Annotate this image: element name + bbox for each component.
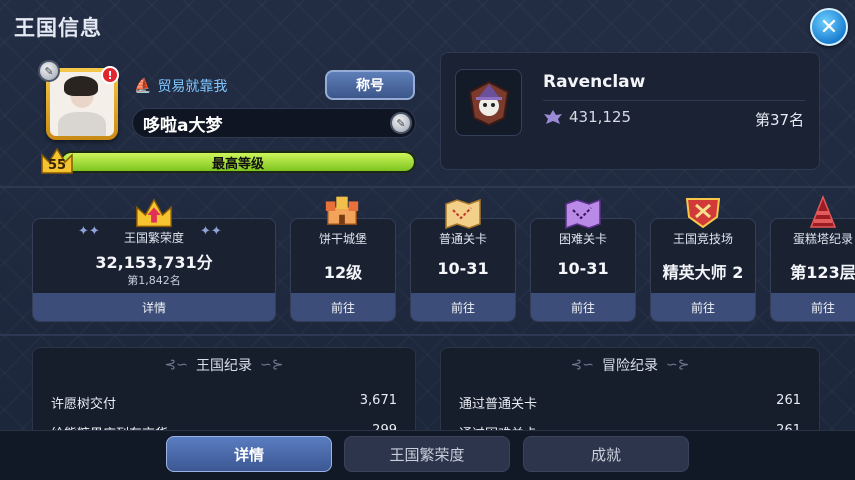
stat-card-cake-tower: 蛋糕塔纪录 第123层 前往	[770, 218, 855, 322]
close-icon: ✕	[819, 14, 839, 40]
sparkle-icon: ✦✦	[200, 224, 222, 239]
guild-power-icon	[544, 110, 562, 124]
stat-value: 第123层	[790, 263, 855, 282]
close-button[interactable]: ✕	[810, 8, 848, 46]
level-number: 55	[47, 158, 67, 173]
stat-card-prosperity: 王国繁荣度 32,153,731分 第1,842名 详情	[32, 218, 276, 322]
tab-details[interactable]: 详情	[166, 436, 332, 472]
pencil-icon: ✎	[396, 116, 406, 130]
swirl-right-icon: ∽⊱	[260, 357, 284, 373]
record-label: 许愿树交付	[51, 397, 117, 412]
title-button[interactable]: 称号	[325, 70, 415, 100]
level-status: 最高等级	[211, 156, 264, 172]
section-divider	[0, 186, 855, 188]
edit-name-button[interactable]: ✎	[390, 112, 412, 134]
edit-avatar-button[interactable]: ✎	[38, 60, 60, 82]
panel-title: 王国纪录	[196, 358, 252, 374]
level-badge: 55	[40, 145, 74, 175]
stat-label: 普通关卡	[438, 232, 487, 246]
guild-power-value: 431,125	[569, 108, 632, 126]
panel-title: 冒险纪录	[602, 358, 658, 374]
swirl-left-icon: ⊰∽	[570, 357, 594, 373]
stat-sub: 第1,842名	[127, 274, 181, 287]
stat-value: 10-31	[437, 259, 489, 278]
section-divider	[0, 334, 855, 336]
guild-power: 431,125	[543, 108, 631, 126]
level-progress-bar: 最高等级	[60, 151, 416, 173]
stat-value: 32,153,731分	[95, 253, 213, 272]
alert-badge: !	[101, 66, 119, 84]
guild-rank: 第37名	[755, 111, 805, 129]
go-button[interactable]: 前往	[651, 293, 755, 321]
panel-header: ⊰∽ 冒险纪录 ∽⊱	[441, 348, 819, 382]
stat-label: 困难关卡	[558, 232, 607, 246]
tab-achievements[interactable]: 成就	[523, 436, 689, 472]
go-button[interactable]: 前往	[531, 293, 635, 321]
stat-label: 蛋糕塔纪录	[792, 232, 853, 246]
stat-card-castle: 饼干城堡 12级 前往	[290, 218, 396, 322]
stat-label: 王国竞技场	[672, 232, 733, 246]
go-button[interactable]: 前往	[411, 293, 515, 321]
hard-map-icon	[563, 196, 603, 232]
guild-emblem	[455, 69, 522, 136]
stat-card-normal-stage: 普通关卡 10-31 前往	[410, 218, 516, 322]
sparkle-icon: ✦✦	[78, 224, 100, 239]
stat-value: 精英大师 2	[662, 263, 744, 282]
record-row: 通过普通关卡 261	[441, 393, 819, 415]
guild-divider	[543, 100, 805, 101]
go-button[interactable]: 前往	[291, 293, 395, 321]
guild-name: Ravenclaw	[543, 72, 646, 92]
swirl-left-icon: ⊰∽	[164, 357, 188, 373]
tab-prosperity[interactable]: 王国繁荣度	[344, 436, 510, 472]
arena-badge-icon	[683, 194, 723, 230]
record-value: 261	[776, 393, 801, 408]
stat-card-hard-stage: 困难关卡 10-31 前往	[530, 218, 636, 322]
go-button[interactable]: 前往	[771, 293, 855, 321]
page-title: 王国信息	[14, 16, 102, 40]
castle-icon	[322, 192, 362, 228]
swirl-right-icon: ∽⊱	[666, 357, 690, 373]
record-label: 通过普通关卡	[459, 397, 538, 412]
stat-label: 饼干城堡	[318, 232, 367, 246]
panel-header: ⊰∽ 王国纪录 ∽⊱	[33, 348, 415, 382]
record-value: 3,671	[359, 393, 397, 408]
cake-tower-icon	[803, 194, 843, 230]
record-row: 许愿树交付 3,671	[33, 393, 415, 415]
ship-icon: ⛵	[134, 78, 152, 94]
map-icon	[443, 196, 483, 232]
stat-value: 10-31	[557, 259, 609, 278]
kingdom-crown-icon	[134, 196, 174, 232]
guild-tag-row[interactable]: ⛵ 贸易就靠我	[134, 76, 227, 96]
stat-card-arena: 王国竞技场 精英大师 2 前往	[650, 218, 756, 322]
guild-emblem-icon	[468, 80, 509, 126]
player-name-field: 哆啦a大梦	[132, 108, 416, 138]
guild-tag: 贸易就靠我	[157, 79, 228, 95]
pencil-icon: ✎	[44, 64, 54, 78]
stat-value: 12级	[323, 263, 363, 282]
details-button[interactable]: 详情	[33, 293, 275, 321]
player-name: 哆啦a大梦	[143, 115, 223, 136]
